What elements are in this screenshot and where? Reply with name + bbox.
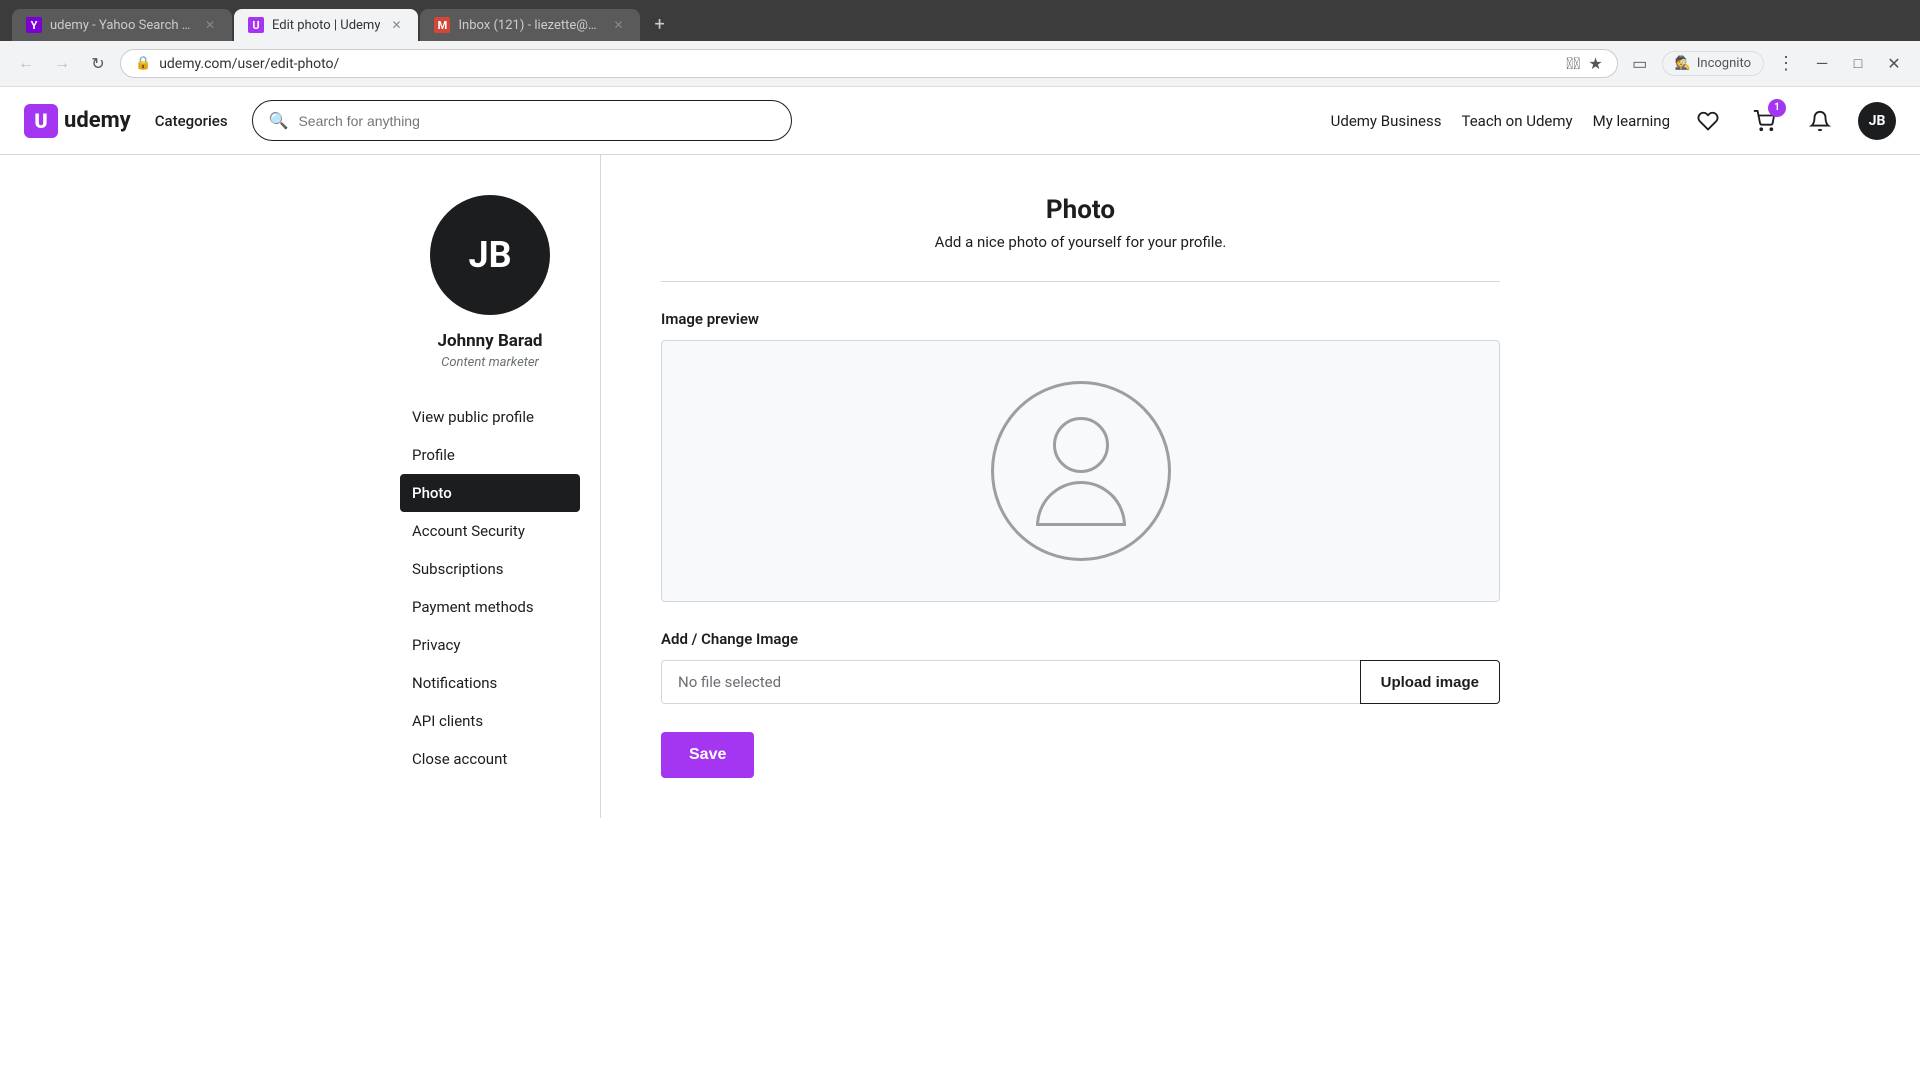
browser-tab-tab1[interactable]: Y udemy - Yahoo Search Results ✕ xyxy=(12,9,232,41)
back-button[interactable]: ← xyxy=(12,50,40,78)
sidebar-item-subscriptions[interactable]: Subscriptions xyxy=(400,550,580,588)
browser-chrome: Y udemy - Yahoo Search Results ✕ U Edit … xyxy=(0,0,1920,41)
menu-button[interactable]: ⋮ xyxy=(1772,50,1800,78)
bell-icon xyxy=(1809,110,1831,132)
search-bar[interactable]: 🔍 xyxy=(252,100,793,141)
sidebar-item-account-security[interactable]: Account Security xyxy=(400,512,580,550)
eye-slash-icon: 👁̸ xyxy=(1566,54,1580,73)
page-title: Photo xyxy=(661,195,1500,225)
file-upload-row: No file selected Upload image xyxy=(661,660,1500,704)
incognito-icon: 🕵️ xyxy=(1675,56,1691,71)
sidebar-item-notifications[interactable]: Notifications xyxy=(400,664,580,702)
sidebar-item-payment-methods[interactable]: Payment methods xyxy=(400,588,580,626)
close-button[interactable]: ✕ xyxy=(1880,50,1908,78)
browser-tab-tab2[interactable]: U Edit photo | Udemy ✕ xyxy=(234,9,418,41)
avatar-head xyxy=(1053,417,1109,473)
add-change-label: Add / Change Image xyxy=(661,630,1500,648)
udemy-logo[interactable]: U udemy xyxy=(24,104,131,138)
search-icon: 🔍 xyxy=(269,111,289,130)
teach-on-udemy-link[interactable]: Teach on Udemy xyxy=(1461,112,1572,130)
divider xyxy=(661,281,1500,282)
heart-icon xyxy=(1697,110,1719,132)
avatar-body xyxy=(1036,481,1126,526)
tab-label: udemy - Yahoo Search Results xyxy=(50,18,194,33)
address-bar[interactable]: 🔒 udemy.com/user/edit-photo/ 👁̸ ★ xyxy=(120,49,1618,78)
tab-close-icon[interactable]: ✕ xyxy=(388,17,404,33)
lock-icon: 🔒 xyxy=(135,56,151,71)
navbar: U udemy Categories 🔍 Udemy Business Teac… xyxy=(0,87,1920,155)
sidebar-user-title: Content marketer xyxy=(400,355,580,370)
notifications-button[interactable] xyxy=(1802,103,1838,139)
save-button[interactable]: Save xyxy=(661,732,754,778)
tab-favicon: M xyxy=(434,17,450,33)
sidebar-item-profile[interactable]: Profile xyxy=(400,436,580,474)
upload-image-button[interactable]: Upload image xyxy=(1360,660,1500,704)
udemy-logo-text: udemy xyxy=(64,108,131,133)
cart-badge: 1 xyxy=(1768,99,1786,117)
image-preview-label: Image preview xyxy=(661,310,1500,328)
reload-button[interactable]: ↻ xyxy=(84,50,112,78)
categories-button[interactable]: Categories xyxy=(147,104,236,138)
page: U udemy Categories 🔍 Udemy Business Teac… xyxy=(0,87,1920,1071)
preview-placeholder xyxy=(991,381,1171,561)
search-input[interactable] xyxy=(298,113,775,129)
minimize-button[interactable]: — xyxy=(1808,50,1836,78)
user-avatar-button[interactable]: JB xyxy=(1858,102,1896,140)
tab-favicon: Y xyxy=(26,17,42,33)
file-input-display: No file selected xyxy=(661,660,1360,704)
sidebar-item-photo[interactable]: Photo xyxy=(400,474,580,512)
nav-links: Udemy Business Teach on Udemy My learnin… xyxy=(1331,102,1896,140)
content-area: Photo Add a nice photo of yourself for y… xyxy=(600,155,1560,818)
sidebar-item-close-account[interactable]: Close account xyxy=(400,740,580,778)
sidebar: JB Johnny Barad Content marketer View pu… xyxy=(360,155,600,818)
sidebar-item-api-clients[interactable]: API clients xyxy=(400,702,580,740)
tab-close-icon[interactable]: ✕ xyxy=(202,17,218,33)
url-text: udemy.com/user/edit-photo/ xyxy=(159,56,1558,72)
sidebar-user-name: Johnny Barad xyxy=(400,331,580,351)
maximize-button[interactable]: □ xyxy=(1844,50,1872,78)
sidebar-item-privacy[interactable]: Privacy xyxy=(400,626,580,664)
image-preview-box xyxy=(661,340,1500,602)
tab-label: Inbox (121) - liezette@pageflo... xyxy=(458,18,602,33)
tab-favicon: U xyxy=(248,17,264,33)
udemy-business-link[interactable]: Udemy Business xyxy=(1331,112,1442,130)
my-learning-link[interactable]: My learning xyxy=(1593,112,1670,130)
udemy-logo-icon: U xyxy=(24,104,58,138)
cast-icon[interactable]: ▭ xyxy=(1626,50,1654,78)
star-icon[interactable]: ★ xyxy=(1588,54,1602,73)
wishlist-button[interactable] xyxy=(1690,103,1726,139)
main-container: JB Johnny Barad Content marketer View pu… xyxy=(360,155,1560,818)
incognito-badge: 🕵️ Incognito xyxy=(1662,51,1764,76)
browser-tabs: Y udemy - Yahoo Search Results ✕ U Edit … xyxy=(12,8,1908,41)
browser-toolbar: ← → ↻ 🔒 udemy.com/user/edit-photo/ 👁̸ ★ … xyxy=(0,41,1920,87)
browser-actions: ▭ 🕵️ Incognito ⋮ — □ ✕ xyxy=(1626,50,1908,78)
page-subtitle: Add a nice photo of yourself for your pr… xyxy=(661,233,1500,251)
sidebar-avatar: JB xyxy=(430,195,550,315)
sidebar-nav: View public profileProfilePhotoAccount S… xyxy=(400,398,580,778)
cart-button[interactable]: 1 xyxy=(1746,103,1782,139)
no-file-text: No file selected xyxy=(678,673,781,691)
avatar-placeholder-icon xyxy=(991,381,1171,561)
tab-label: Edit photo | Udemy xyxy=(272,18,380,33)
incognito-label: Incognito xyxy=(1697,56,1751,71)
sidebar-item-view-public-profile[interactable]: View public profile xyxy=(400,398,580,436)
browser-tab-tab3[interactable]: M Inbox (121) - liezette@pageflo... ✕ xyxy=(420,9,640,41)
new-tab-button[interactable]: + xyxy=(642,8,676,41)
tab-close-icon[interactable]: ✕ xyxy=(610,17,626,33)
forward-button[interactable]: → xyxy=(48,50,76,78)
